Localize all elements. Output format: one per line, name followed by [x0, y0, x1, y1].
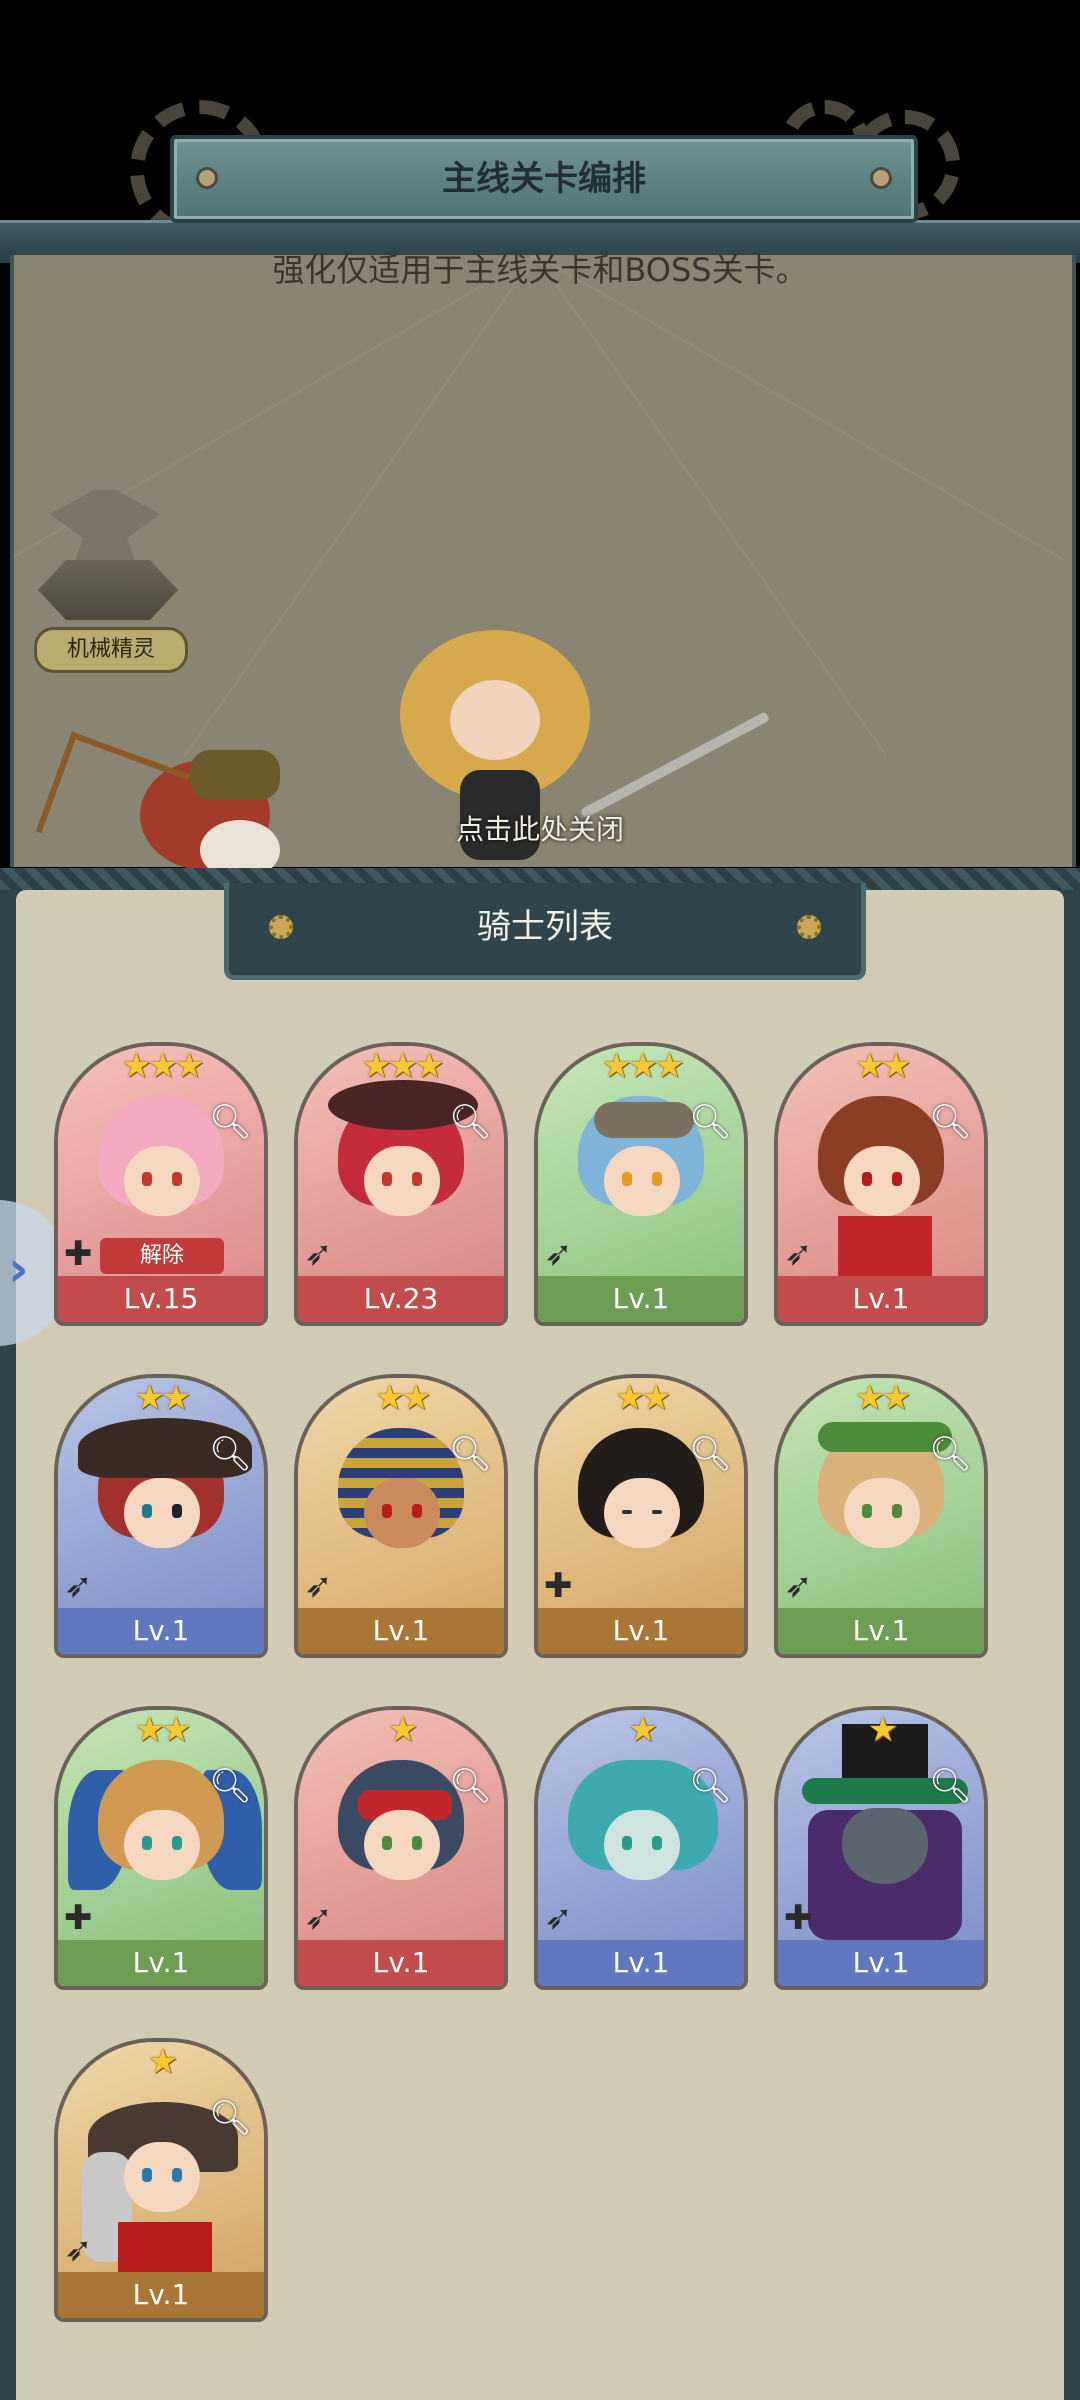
plus-icon: ✚	[544, 1566, 573, 1606]
mechanical-spirit-label[interactable]: 机械精灵	[34, 627, 188, 673]
star-rating-icon: ★★	[614, 1378, 672, 1418]
star-rating-icon: ★	[627, 1710, 658, 1750]
magnify-icon[interactable]: 🔍︎	[449, 1434, 492, 1474]
stage-title-plate: 主线关卡编排	[170, 135, 918, 223]
star-rating-icon: ★★	[854, 1378, 912, 1418]
knight-card[interactable]: Lv.1 ★★ 🔍︎ ✚	[54, 1706, 268, 1990]
knight-level: Lv.1	[778, 1276, 984, 1322]
knight-list-header: 骑士列表	[224, 883, 866, 980]
star-rating-icon: ★★★	[121, 1046, 204, 1086]
knight-level: Lv.1	[58, 1608, 264, 1654]
star-rating-icon: ★★★	[601, 1046, 684, 1086]
stage-subtitle: 强化仅适用于主线关卡和BOSS关卡。	[272, 251, 808, 289]
star-rating-icon: ★★	[854, 1046, 912, 1086]
close-hint[interactable]: 点击此处关闭	[0, 808, 1080, 848]
knight-card[interactable]: Lv.1 ★★ 🔍︎ ➶	[54, 1374, 268, 1658]
bow-icon: ➶	[64, 2230, 93, 2270]
knight-card[interactable]: Lv.1 ★★ 🔍︎ ➶	[294, 1374, 508, 1658]
knight-level: Lv.1	[58, 2272, 264, 2318]
knight-card[interactable]: Lv.1 ★ 🔍︎ ➶	[54, 2038, 268, 2322]
knight-level: Lv.1	[58, 1940, 264, 1986]
star-rating-icon: ★★	[134, 1378, 192, 1418]
chevron-right-icon: ›	[8, 1240, 29, 1298]
bow-icon: ➶	[544, 1898, 573, 1938]
magnify-icon[interactable]: 🔍︎	[929, 1102, 972, 1142]
knight-card[interactable]: Lv.1 ★★ 🔍︎ ➶	[774, 1042, 988, 1326]
plus-icon: ✚	[64, 1898, 93, 1938]
magnify-icon[interactable]: 🔍︎	[689, 1434, 732, 1474]
magnify-icon[interactable]: 🔍︎	[929, 1434, 972, 1474]
knight-level: Lv.23	[298, 1276, 504, 1322]
rivet-icon	[870, 167, 892, 189]
plus-icon: ✚	[64, 1234, 93, 1274]
magnify-icon[interactable]: 🔍︎	[209, 1434, 252, 1474]
knight-card[interactable]: Lv.1 ★★★ 🔍︎ ➶	[534, 1042, 748, 1326]
bow-icon: ➶	[64, 1566, 93, 1606]
magnify-icon[interactable]: 🔍︎	[929, 1766, 972, 1806]
knight-card[interactable]: Lv.1 ★★ 🔍︎ ✚	[534, 1374, 748, 1658]
magnify-icon[interactable]: 🔍︎	[689, 1102, 732, 1142]
bow-icon: ➶	[304, 1234, 333, 1274]
knight-card[interactable]: Lv.1 ★★ 🔍︎ ➶	[774, 1374, 988, 1658]
bow-icon: ➶	[304, 1898, 333, 1938]
knight-level: Lv.1	[778, 1608, 984, 1654]
remove-button[interactable]: 解除	[100, 1238, 224, 1274]
magnify-icon[interactable]: 🔍︎	[209, 1766, 252, 1806]
magnify-icon[interactable]: 🔍︎	[209, 1102, 252, 1142]
plus-icon: ✚	[784, 1898, 813, 1938]
bow-icon: ➶	[784, 1566, 813, 1606]
star-rating-icon: ★	[147, 2042, 178, 2082]
star-rating-icon: ★★	[374, 1378, 432, 1418]
star-rating-icon: ★	[867, 1710, 898, 1750]
knight-list-title: 骑士列表	[477, 907, 613, 947]
knight-card[interactable]: Lv.23 ★★★ 🔍︎ ➶	[294, 1042, 508, 1326]
knight-level: Lv.1	[538, 1608, 744, 1654]
magnify-icon[interactable]: 🔍︎	[209, 2098, 252, 2138]
knight-level: Lv.1	[538, 1276, 744, 1322]
knight-level: Lv.1	[538, 1940, 744, 1986]
knight-level: Lv.1	[298, 1608, 504, 1654]
star-rating-icon: ★★★	[361, 1046, 444, 1086]
knight-card[interactable]: Lv.1 ★ 🔍︎ ✚	[774, 1706, 988, 1990]
bow-icon: ➶	[544, 1234, 573, 1274]
spirit-pedestal	[38, 560, 178, 620]
knight-card[interactable]: Lv.1 ★ 🔍︎ ➶	[534, 1706, 748, 1990]
magnify-icon[interactable]: 🔍︎	[449, 1766, 492, 1806]
bow-icon: ➶	[304, 1566, 333, 1606]
knight-level: Lv.1	[778, 1940, 984, 1986]
star-rating-icon: ★★	[134, 1710, 192, 1750]
gear-icon	[797, 915, 821, 939]
knight-level: Lv.15	[58, 1276, 264, 1322]
magnify-icon[interactable]: 🔍︎	[689, 1766, 732, 1806]
knight-level: Lv.1	[298, 1940, 504, 1986]
star-rating-icon: ★	[387, 1710, 418, 1750]
knight-card[interactable]: Lv.1 ★ 🔍︎ ➶	[294, 1706, 508, 1990]
bow-icon: ➶	[784, 1234, 813, 1274]
knight-card[interactable]: Lv.15 ★★★ 🔍︎ ✚ 解除	[54, 1042, 268, 1326]
page-title: 主线关卡编排	[442, 159, 646, 199]
magnify-icon[interactable]: 🔍︎	[449, 1102, 492, 1142]
